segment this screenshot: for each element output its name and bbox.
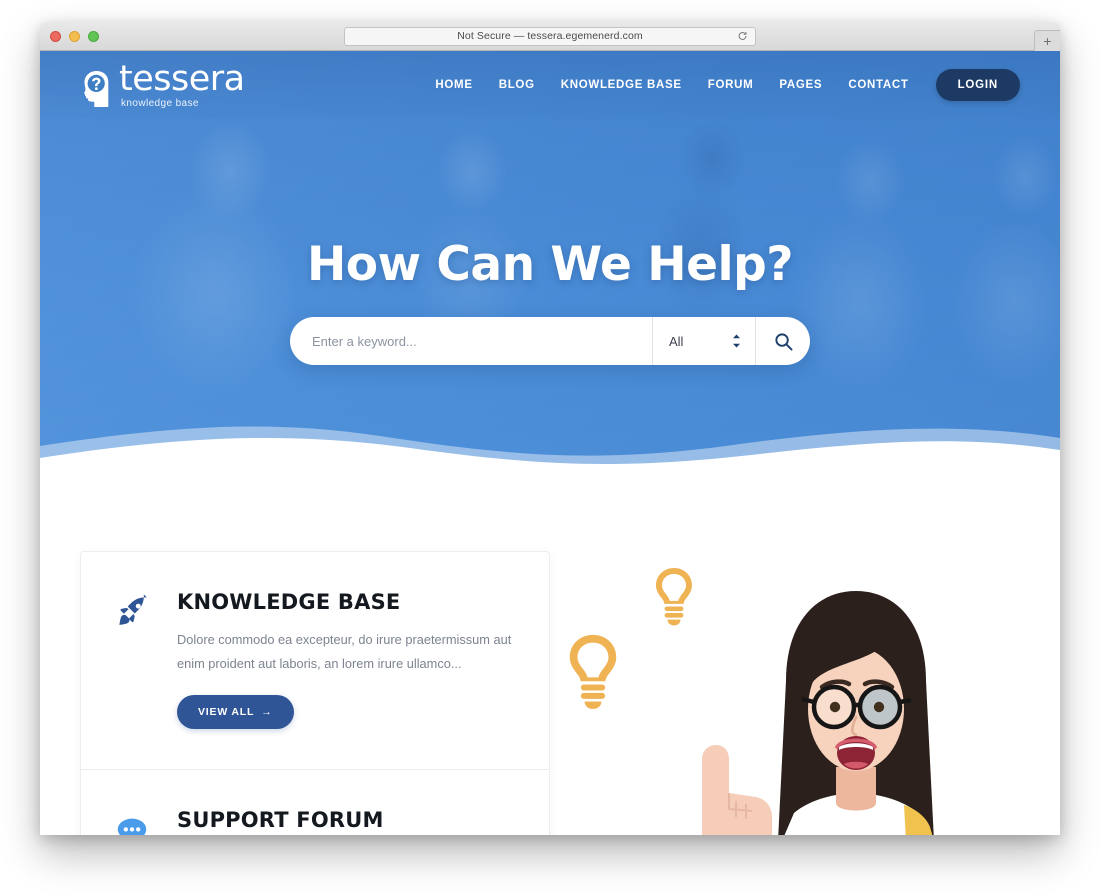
search-input[interactable] — [290, 317, 652, 365]
address-bar-text: Not Secure — tessera.egemenerd.com — [457, 30, 643, 42]
feature-cards-column: KNOWLEDGE BASE Dolore commodo ea excepte… — [80, 551, 550, 835]
logo-subtitle: knowledge base — [121, 97, 199, 109]
search-category-select[interactable]: All — [669, 333, 755, 349]
main-content: KNOWLEDGE BASE Dolore commodo ea excepte… — [40, 481, 1060, 835]
nav-item-contact[interactable]: CONTACT — [835, 73, 921, 97]
feature-cards-panel: KNOWLEDGE BASE Dolore commodo ea excepte… — [80, 551, 550, 835]
window-traffic-lights — [50, 30, 99, 42]
card-icon-wrapper — [109, 590, 155, 729]
nav-item-forum[interactable]: FORUM — [695, 73, 767, 97]
search-icon — [774, 332, 793, 351]
new-tab-label: + — [1043, 33, 1052, 49]
card-body: SUPPORT FORUM Elit a excepteur quo summi… — [155, 808, 515, 835]
lightbulb-icon — [569, 634, 617, 709]
hero-title: How Can We Help? — [306, 237, 794, 292]
card-body: KNOWLEDGE BASE Dolore commodo ea excepte… — [155, 590, 515, 730]
login-button[interactable]: LOGIN — [935, 69, 1020, 101]
minimize-window-button[interactable] — [69, 30, 80, 42]
hero-section: tessera knowledge base HOME BLOG KNOWLED… — [40, 51, 1060, 481]
card-title-knowledge-base: KNOWLEDGE BASE — [177, 590, 401, 614]
nav-item-blog[interactable]: BLOG — [486, 73, 548, 97]
rocket-icon — [119, 594, 147, 625]
hero-search-bar: All — [290, 317, 810, 365]
card-description-knowledge-base: Dolore commodo ea excepteur, do irure pr… — [177, 632, 512, 671]
feature-card-support-forum: SUPPORT FORUM Elit a excepteur quo summi… — [81, 769, 549, 835]
illustration-column — [550, 551, 1020, 835]
head-question-mark-icon — [84, 70, 109, 107]
feature-card-knowledge-base: KNOWLEDGE BASE Dolore commodo ea excepte… — [81, 552, 549, 769]
search-category-wrapper: All — [652, 317, 756, 365]
new-tab-button[interactable]: + — [1034, 30, 1060, 51]
site-logo[interactable]: tessera knowledge base — [80, 58, 245, 109]
chat-bubble-icon — [117, 818, 147, 835]
main-navigation: HOME BLOG KNOWLEDGE BASE FORUM PAGES CON… — [422, 69, 1020, 101]
arrow-right-icon: → — [261, 706, 273, 719]
nav-item-knowledge-base[interactable]: KNOWLEDGE BASE — [548, 73, 695, 97]
nav-item-home[interactable]: HOME — [422, 73, 485, 97]
zoom-window-button[interactable] — [88, 30, 99, 42]
view-all-label: VIEW ALL — [198, 706, 255, 719]
nav-item-pages[interactable]: PAGES — [766, 73, 835, 97]
view-all-button[interactable]: VIEW ALL → — [177, 695, 294, 730]
logo-wordmark: tessera — [119, 58, 245, 99]
address-bar[interactable]: Not Secure — tessera.egemenerd.com — [344, 26, 756, 46]
woman-with-glasses-pointing-up-photo — [702, 591, 934, 835]
browser-window: Not Secure — tessera.egemenerd.com + tes… — [40, 22, 1060, 835]
site-navbar: tessera knowledge base HOME BLOG KNOWLED… — [40, 51, 1060, 119]
card-title-support-forum: SUPPORT FORUM — [177, 808, 384, 833]
page-viewport: tessera knowledge base HOME BLOG KNOWLED… — [40, 51, 1060, 835]
close-window-button[interactable] — [50, 30, 61, 42]
card-icon-wrapper — [109, 808, 155, 835]
reload-icon[interactable] — [737, 31, 748, 42]
search-submit-button[interactable] — [756, 317, 810, 365]
browser-titlebar: Not Secure — tessera.egemenerd.com + — [40, 22, 1060, 51]
